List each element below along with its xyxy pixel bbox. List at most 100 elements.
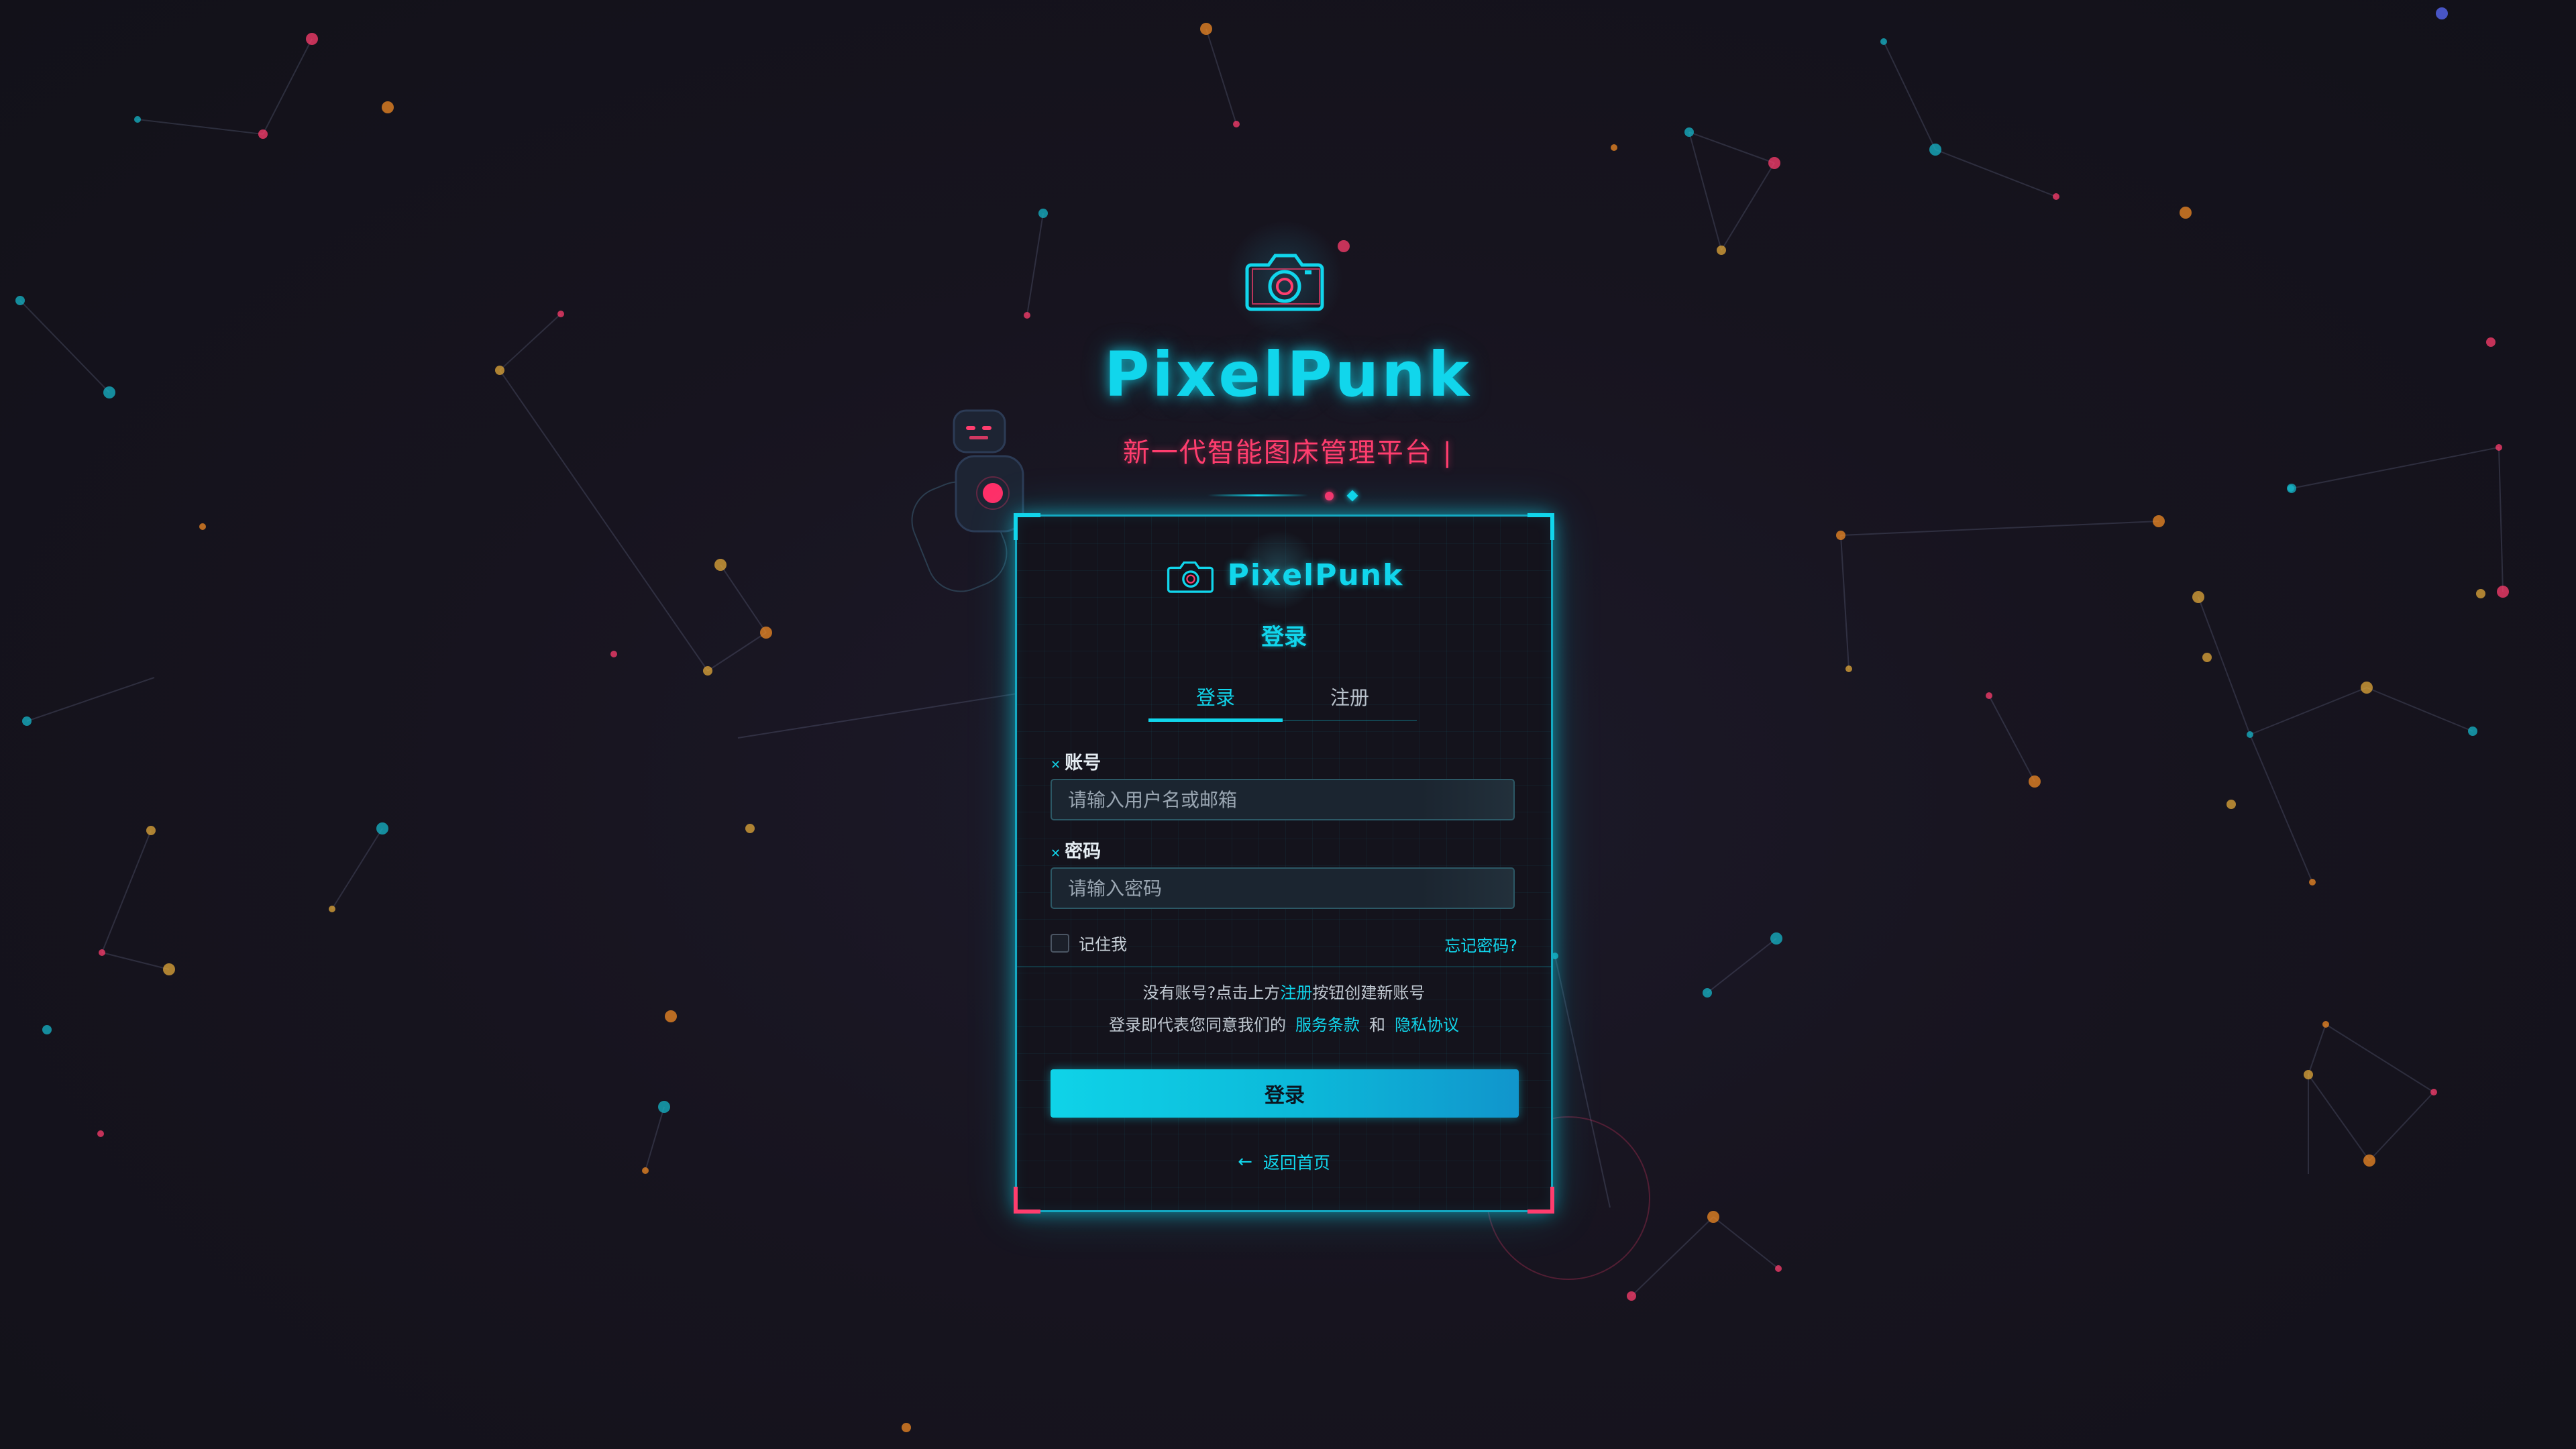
network-particle [134,116,141,123]
remember-me[interactable]: 记住我 [1051,931,1127,955]
username-input[interactable] [1051,779,1515,820]
network-particle [382,101,394,113]
network-line [137,119,264,135]
password-label: ✕ 密码 [1051,837,1101,863]
network-line [101,952,170,970]
network-particle [329,906,335,912]
network-particle [1684,127,1694,137]
card-title: 登录 [1261,624,1307,651]
network-line [1988,695,2035,782]
network-particle [760,627,772,639]
network-particle [1880,38,1887,45]
network-line [2366,687,2473,732]
hint-suffix: 按钮创建新账号 [1312,983,1426,1002]
network-particle [1338,240,1350,252]
register-link[interactable]: 注册 [1280,983,1312,1002]
network-particle [2226,800,2236,809]
tagline-text: 新一代智能图床管理平台 [1122,437,1433,468]
login-card: PixelPunk 登录 登录 注册 ✕ 账号 ✕ 密码 记住我 忘记密码? 没有账… [1014,513,1554,1214]
divider [1017,966,1551,967]
network-line [2308,1074,2370,1161]
forgot-password-link[interactable]: 忘记密码? [1444,932,1517,956]
password-input[interactable] [1051,867,1515,909]
password-label-text: 密码 [1065,841,1102,862]
network-particle [163,963,175,975]
network-line [2249,687,2367,735]
network-particle [1024,312,1030,319]
network-line [262,38,313,135]
network-particle [2363,1155,2375,1167]
network-particle [2361,682,2373,694]
network-line [2198,596,2251,735]
network-line [331,828,383,910]
network-particle [2288,485,2294,492]
terms-of-service-link[interactable]: 服务条款 [1295,1016,1360,1034]
tab-login[interactable]: 登录 [1148,681,1283,722]
corner-accent [1527,1187,1554,1214]
card-brand: PixelPunk [1017,551,1551,598]
network-particle [2180,207,2192,219]
network-line [1713,1216,1779,1269]
network-particle [714,559,727,571]
tab-register[interactable]: 注册 [1283,681,1417,720]
decorative-dot [1325,492,1334,500]
card-brand-name: PixelPunk [1227,557,1404,592]
remember-checkbox[interactable] [1051,933,1069,953]
network-particle [258,129,268,139]
network-particle [1770,932,1782,945]
register-hint: 没有账号?点击上方注册按钮创建新账号 [1017,979,1551,1003]
network-line [1840,521,2159,536]
network-particle [1233,121,1240,127]
corner-accent [1014,1187,1040,1214]
terms-and: 和 [1369,1016,1385,1034]
remember-label: 记住我 [1079,935,1127,954]
network-particle [2247,731,2253,738]
network-particle [376,822,388,835]
back-home-label: 返回首页 [1263,1153,1330,1173]
network-particle [2476,589,2485,598]
network-particle [2304,1070,2313,1079]
network-particle [1038,209,1048,218]
network-particle [1627,1291,1636,1301]
network-particle [2153,515,2165,527]
network-particle [2053,193,2059,200]
network-line [1688,131,1775,164]
network-particle [15,296,25,305]
network-line [1840,535,1849,669]
network-line [1935,149,2057,197]
network-particle [306,33,318,45]
network-particle [1703,988,1712,998]
login-button[interactable]: 登录 [1051,1069,1519,1118]
network-particle [99,949,105,956]
network-line [645,1106,665,1171]
network-particle [2430,1089,2437,1095]
network-particle [610,651,617,657]
network-line [26,677,155,722]
network-particle [2202,653,2212,662]
network-particle [1200,23,1212,35]
network-line [2369,1091,2434,1161]
privacy-policy-link[interactable]: 隐私协议 [1395,1016,1459,1034]
network-particle [2436,7,2448,19]
network-particle [1986,692,1992,699]
network-particle [745,824,755,833]
network-particle [97,1130,104,1137]
network-particle [703,666,712,676]
required-marker: ✕ [1051,758,1061,772]
network-particle [2322,1021,2329,1028]
network-line [1707,938,1777,994]
corner-accent [1527,513,1554,540]
network-particle [557,311,564,317]
typing-caret: | [1442,437,1454,468]
network-particle [2497,586,2509,598]
network-line [101,830,152,953]
hero-tagline: 新一代智能图床管理平台 | [0,431,2576,470]
network-particle [1775,1265,1782,1272]
network-particle [199,523,206,530]
corner-accent [1014,513,1040,540]
back-home-link[interactable]: ← 返回首页 [1017,1150,1551,1174]
hint-prefix: 没有账号?点击上方 [1142,983,1281,1002]
network-line [499,370,708,672]
arrow-left-icon: ← [1238,1152,1252,1172]
network-line [720,564,767,633]
